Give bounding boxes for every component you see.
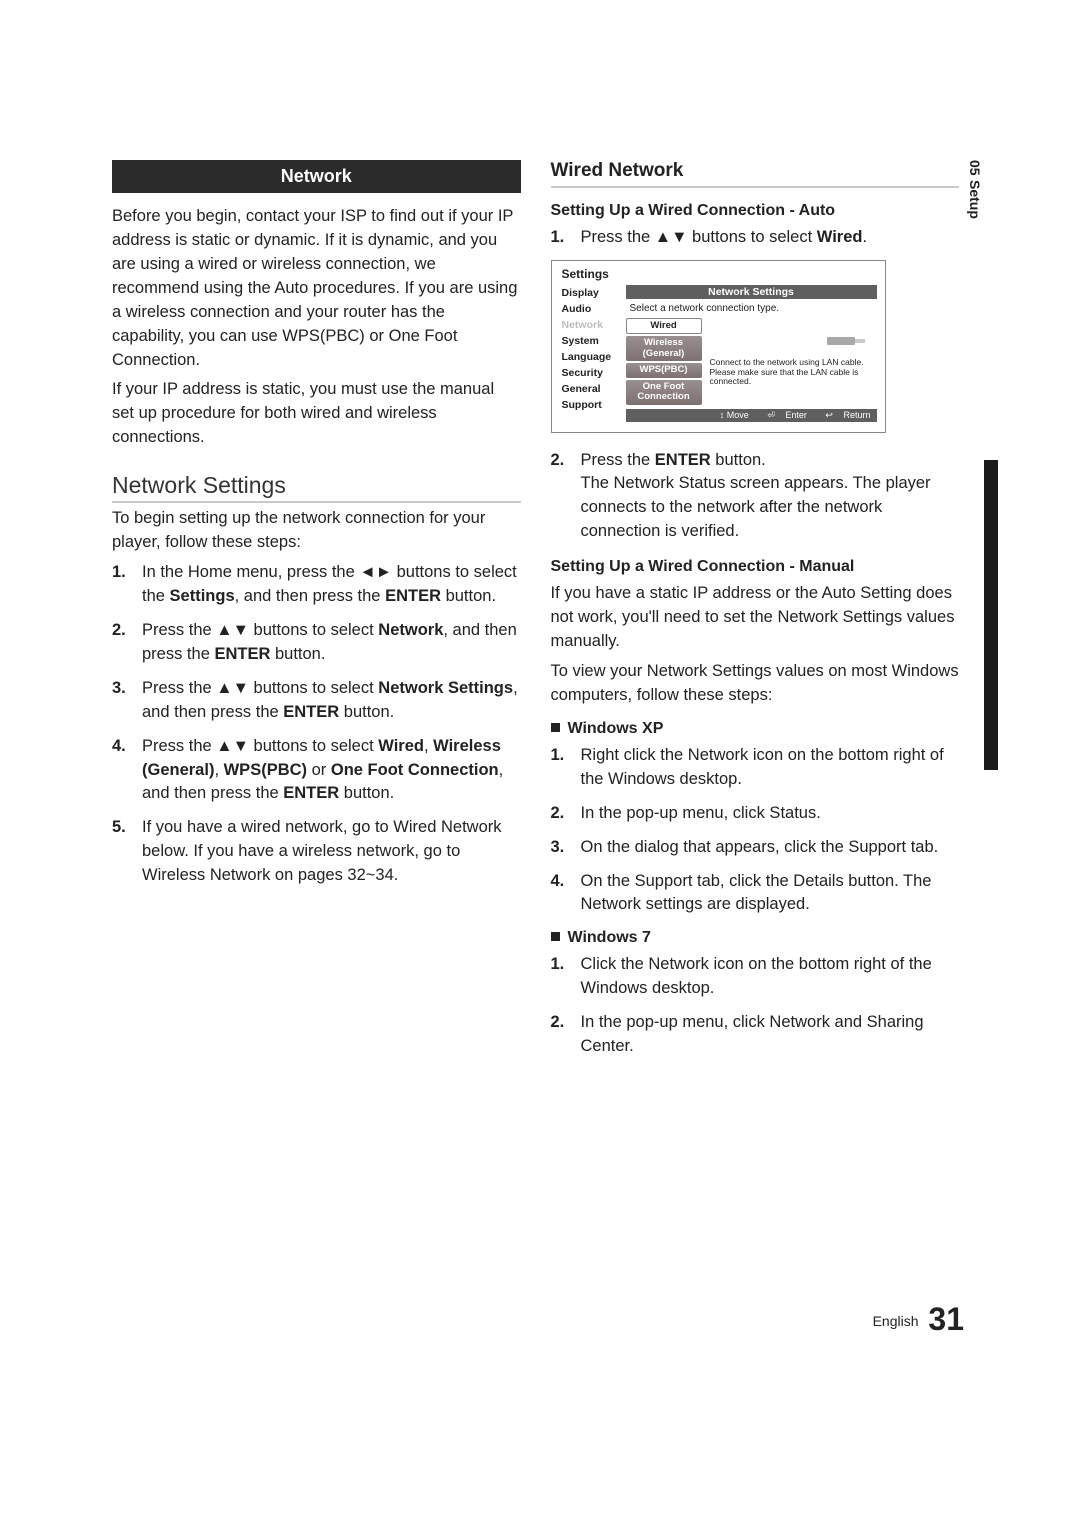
network-settings-heading: Network Settings (112, 472, 521, 503)
tv-hint-text: Connect to the network using LAN cable. … (710, 358, 875, 387)
list-item: 1.Click the Network icon on the bottom r… (551, 953, 960, 1001)
tv-option: Wireless (General) (626, 336, 702, 361)
list-item: 2.Press the ▲▼ buttons to select Network… (112, 619, 521, 667)
thumb-index-bar (984, 460, 998, 770)
section-banner: Network (112, 160, 521, 193)
tv-menu-item: Language (560, 349, 626, 365)
tv-menu-item: Network (560, 317, 626, 333)
tv-instruction: Select a network connection type. (626, 301, 877, 316)
network-settings-lead: To begin setting up the network connecti… (112, 507, 521, 555)
right-column: Wired Network Setting Up a Wired Connect… (551, 160, 986, 1069)
chapter-number: 05 (967, 160, 983, 176)
step-text: Press the ▲▼ buttons to select Network, … (142, 619, 521, 667)
step-text: If you have a wired network, go to Wired… (142, 816, 521, 888)
step-text: Press the ▲▼ buttons to select Network S… (142, 677, 521, 725)
chapter-label: Setup (967, 180, 983, 219)
windows-7-label: Windows 7 (551, 929, 960, 947)
list-item: 3.On the dialog that appears, click the … (551, 836, 960, 860)
page-body: Network Before you begin, contact your I… (0, 0, 1080, 1129)
list-item: 3.Press the ▲▼ buttons to select Network… (112, 677, 521, 725)
list-item: 2.In the pop-up menu, click Network and … (551, 1011, 960, 1059)
manual-para-2: To view your Network Settings values on … (551, 660, 960, 708)
wired-network-heading: Wired Network (551, 160, 960, 188)
tv-footer-bar: ↕ > MoveMove ⏎ Enter ↩ Return (626, 409, 877, 422)
intro-para-1: Before you begin, contact your ISP to fi… (112, 205, 521, 372)
wired-manual-heading: Setting Up a Wired Connection - Manual (551, 558, 960, 576)
list-item: 4.On the Support tab, click the Details … (551, 870, 960, 918)
tv-options: Wired Wireless (General) WPS(PBC) One Fo… (626, 318, 702, 407)
step-text: Press the ▲▼ buttons to select Wired, Wi… (142, 735, 521, 807)
wired-auto-steps-cont: 2.Press the ENTER button.The Network Sta… (551, 449, 960, 545)
tv-menu-item: System (560, 333, 626, 349)
windows-xp-steps: 1.Right click the Network icon on the bo… (551, 744, 960, 918)
page-number: 31 (928, 1301, 964, 1337)
tv-menu-item: Security (560, 365, 626, 381)
wired-auto-steps: 1.Press the ▲▼ buttons to select Wired. (551, 226, 960, 250)
list-item: 5.If you have a wired network, go to Wir… (112, 816, 521, 888)
tv-option: One Foot Connection (626, 380, 702, 405)
ethernet-plug-icon (827, 336, 871, 346)
tv-menu-item: Audio (560, 301, 626, 317)
step-text: In the pop-up menu, click Network and Sh… (581, 1011, 960, 1059)
tv-option: WPS(PBC) (626, 363, 702, 377)
windows-7-steps: 1.Click the Network icon on the bottom r… (551, 953, 960, 1059)
side-tab: 05 Setup (967, 160, 991, 218)
footer-language: English (873, 1313, 919, 1329)
list-item: 2.In the pop-up menu, click Status. (551, 802, 960, 826)
list-item: 1.In the Home menu, press the ◄► buttons… (112, 561, 521, 609)
tv-banner: Network Settings (626, 285, 877, 299)
step-text: Press the ▲▼ buttons to select Wired. (581, 226, 868, 250)
step-text: In the Home menu, press the ◄► buttons t… (142, 561, 521, 609)
settings-screenshot: Settings Display Audio Network System La… (551, 260, 886, 433)
step-text: On the dialog that appears, click the Su… (581, 836, 939, 860)
page-footer: English 31 (873, 1301, 964, 1338)
tv-menu-item: General (560, 381, 626, 397)
tv-window-title: Settings (562, 267, 877, 281)
network-settings-steps: 1.In the Home menu, press the ◄► buttons… (112, 561, 521, 888)
step-text: On the Support tab, click the Details bu… (581, 870, 960, 918)
list-item: 2.Press the ENTER button.The Network Sta… (551, 449, 960, 545)
step-text: Right click the Network icon on the bott… (581, 744, 960, 792)
list-item: 1.Press the ▲▼ buttons to select Wired. (551, 226, 960, 250)
tv-menu-item: Support (560, 397, 626, 413)
step-text: In the pop-up menu, click Status. (581, 802, 821, 826)
left-column: Network Before you begin, contact your I… (112, 160, 521, 1069)
tv-option: Wired (626, 318, 702, 334)
tv-menu-item: Display (560, 285, 626, 301)
list-item: 1.Right click the Network icon on the bo… (551, 744, 960, 792)
list-item: 4.Press the ▲▼ buttons to select Wired, … (112, 735, 521, 807)
tv-preview-pane: Connect to the network using LAN cable. … (708, 318, 877, 407)
tv-sidebar: Display Audio Network System Language Se… (560, 285, 626, 422)
intro-para-2: If your IP address is static, you must u… (112, 378, 521, 450)
wired-auto-heading: Setting Up a Wired Connection - Auto (551, 202, 960, 220)
step-text: Click the Network icon on the bottom rig… (581, 953, 960, 1001)
manual-para-1: If you have a static IP address or the A… (551, 582, 960, 654)
windows-xp-label: Windows XP (551, 720, 960, 738)
step-text: Press the ENTER button.The Network Statu… (581, 449, 960, 545)
